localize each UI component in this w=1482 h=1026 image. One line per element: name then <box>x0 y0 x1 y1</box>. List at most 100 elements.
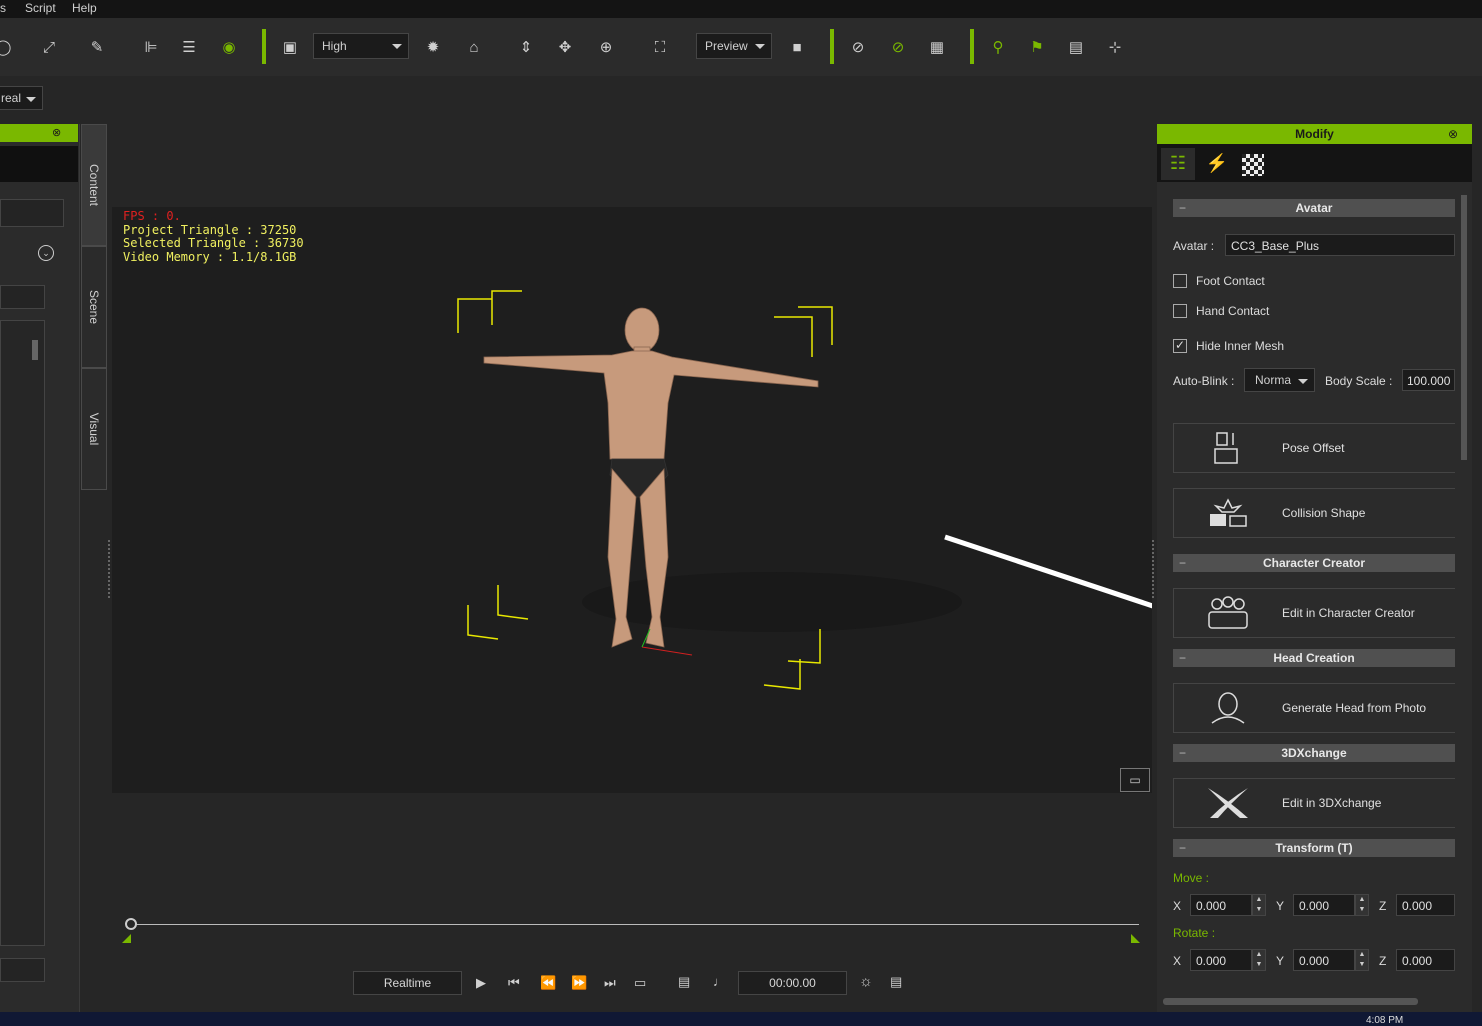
camera-icon[interactable]: ■ <box>786 36 808 58</box>
viewport-stats: FPS : 0. Project Triangle : 37250 Select… <box>123 209 304 264</box>
rotate-label: Rotate : <box>1173 926 1216 940</box>
section-title: 3DXchange <box>1281 746 1347 760</box>
menu-item-truncated[interactable]: s <box>0 1 6 15</box>
home-icon[interactable]: ⌂ <box>463 36 485 58</box>
skip-start-icon[interactable]: ⏮ <box>508 975 520 991</box>
pick-icon[interactable]: ⊘ <box>847 36 869 58</box>
rotate-z-field[interactable]: 0.000 <box>1396 949 1455 971</box>
move-x-field[interactable]: 0.000 <box>1190 894 1252 916</box>
subtitle-icon[interactable]: ▤ <box>678 974 690 990</box>
rotate-y-spinner[interactable]: ▲ ▼ <box>1355 949 1369 971</box>
edit-tool-icon[interactable]: ✎ <box>86 36 108 58</box>
timeline-end-marker[interactable] <box>1131 934 1140 943</box>
music-note-icon[interactable]: ♩ <box>713 974 726 989</box>
scale-icon[interactable]: ⤢ <box>38 36 60 58</box>
horizontal-scrollbar[interactable] <box>1163 998 1418 1005</box>
rotate-y-field[interactable]: 0.000 <box>1293 949 1355 971</box>
content-search-input[interactable] <box>0 199 64 227</box>
panel-splitter[interactable] <box>1152 540 1154 598</box>
attributes-tab-icon[interactable]: ☷ <box>1161 148 1195 180</box>
pose-offset-button[interactable]: Pose Offset <box>1173 423 1455 473</box>
fps-readout: FPS : 0. <box>123 209 181 223</box>
rotate-x-spinner[interactable]: ▲ ▼ <box>1252 949 1266 971</box>
eye-icon[interactable]: ◉ <box>218 36 240 58</box>
tab-content[interactable]: Content <box>81 124 107 246</box>
timeline-track[interactable] <box>131 924 1139 925</box>
loop-icon[interactable]: ▭ <box>634 975 646 991</box>
chat-icon[interactable]: ▭ <box>1120 768 1150 792</box>
rewind-icon[interactable]: ⏪ <box>540 975 556 991</box>
scrollbar-thumb[interactable] <box>1461 195 1467 460</box>
character-creator-section-header[interactable]: − Character Creator <box>1173 554 1455 572</box>
move-icon[interactable]: ✥ <box>554 36 576 58</box>
material-tab-icon[interactable] <box>1242 154 1264 176</box>
transform-section-header[interactable]: − Transform (T) <box>1173 839 1455 857</box>
menu-item-script[interactable]: Script <box>25 1 56 15</box>
flag-icon[interactable]: ⚑ <box>1026 36 1048 58</box>
3d-viewport[interactable]: ▭ <box>112 207 1152 793</box>
content-bottom-field[interactable] <box>0 958 45 982</box>
axis-x-label: X <box>1173 899 1182 913</box>
move-x-spinner[interactable]: ▲ ▼ <box>1252 894 1266 916</box>
move-y-spinner[interactable]: ▲ ▼ <box>1355 894 1369 916</box>
body-scale-field[interactable]: 100.000 <box>1402 369 1455 391</box>
fast-forward-icon[interactable]: ⏩ <box>571 975 587 991</box>
panel-splitter[interactable] <box>108 540 110 598</box>
boxes-icon[interactable]: ▦ <box>926 36 948 58</box>
circle-icon[interactable]: ◯ <box>0 36 14 58</box>
hand-contact-checkbox[interactable] <box>1173 304 1187 318</box>
orbit-icon[interactable]: ⊕ <box>595 36 617 58</box>
3dxchange-section-header[interactable]: −3DXchange <box>1173 744 1455 762</box>
rotate-x-field[interactable]: 0.000 <box>1190 949 1252 971</box>
timeline-toggle-icon[interactable]: ▤ <box>890 974 902 990</box>
tab-scene[interactable]: Scene <box>81 246 107 368</box>
content-filter-input[interactable] <box>0 285 45 309</box>
timeline-start-marker[interactable] <box>122 934 131 943</box>
motion-icon[interactable]: ⚲ <box>987 36 1009 58</box>
body-scale-label: Body Scale : <box>1325 374 1393 388</box>
head-creation-section-header[interactable]: − Head Creation <box>1173 649 1455 667</box>
settings-icon[interactable]: ☼ <box>859 973 873 990</box>
render-mode-select[interactable]: real <box>0 86 43 110</box>
avatar-field[interactable]: CC3_Base_Plus <box>1225 234 1455 256</box>
motion-tab-icon[interactable]: ⚡ <box>1203 148 1231 180</box>
time-display[interactable]: 00:00.00 <box>738 971 847 995</box>
collision-shape-button[interactable]: Collision Shape <box>1173 488 1455 538</box>
tab-visual[interactable]: Visual <box>81 368 107 490</box>
skip-end-icon[interactable]: ⏭ <box>604 975 616 991</box>
close-icon[interactable]: ⊗ <box>52 126 61 139</box>
align-icon[interactable]: ⊫ <box>140 36 162 58</box>
move-z-field[interactable]: 0.000 <box>1396 894 1455 916</box>
pose-offset-icon <box>1174 424 1282 472</box>
pick-parent-icon[interactable]: ⊘ <box>887 36 909 58</box>
timeline-playhead[interactable] <box>125 918 137 930</box>
edit-in-3dxchange-button[interactable]: Edit in 3DXchange <box>1173 778 1455 828</box>
close-icon[interactable]: ⊗ <box>1448 124 1458 144</box>
clipboard-icon[interactable]: ▤ <box>1065 36 1087 58</box>
target-icon[interactable]: ⊹ <box>1104 36 1126 58</box>
section-title: Character Creator <box>1262 556 1366 570</box>
viewport-scene <box>457 290 1152 690</box>
move-y-field[interactable]: 0.000 <box>1293 894 1355 916</box>
chevron-down-icon[interactable]: ⌄ <box>38 245 54 261</box>
generate-head-button[interactable]: Generate Head from Photo <box>1173 683 1455 733</box>
axis-y-label: Y <box>1276 899 1285 913</box>
light-icon[interactable]: ✹ <box>422 36 444 58</box>
scrollbar-thumb[interactable] <box>32 340 38 360</box>
fit-vertical-icon[interactable]: ⇕ <box>515 36 537 58</box>
avatar-section-header[interactable]: − Avatar <box>1173 199 1455 217</box>
edit-in-character-creator-button[interactable]: Edit in Character Creator <box>1173 588 1455 638</box>
frame-icon[interactable]: ⛶ <box>649 36 671 58</box>
layout-icon[interactable]: ▣ <box>279 36 301 58</box>
selected-triangle-readout: Selected Triangle : 36730 <box>123 236 304 250</box>
realtime-mode-button[interactable]: Realtime <box>353 971 462 995</box>
play-icon[interactable]: ▶ <box>476 975 486 991</box>
preview-select[interactable]: Preview <box>696 33 772 59</box>
content-list[interactable] <box>0 320 45 946</box>
menu-item-help[interactable]: Help <box>72 1 97 15</box>
distribute-icon[interactable]: ☰ <box>178 36 200 58</box>
quality-select[interactable]: High <box>313 33 409 59</box>
foot-contact-checkbox[interactable] <box>1173 274 1187 288</box>
auto-blink-select[interactable]: Norma <box>1244 368 1315 392</box>
hide-inner-mesh-checkbox[interactable]: ✓ <box>1173 339 1187 353</box>
